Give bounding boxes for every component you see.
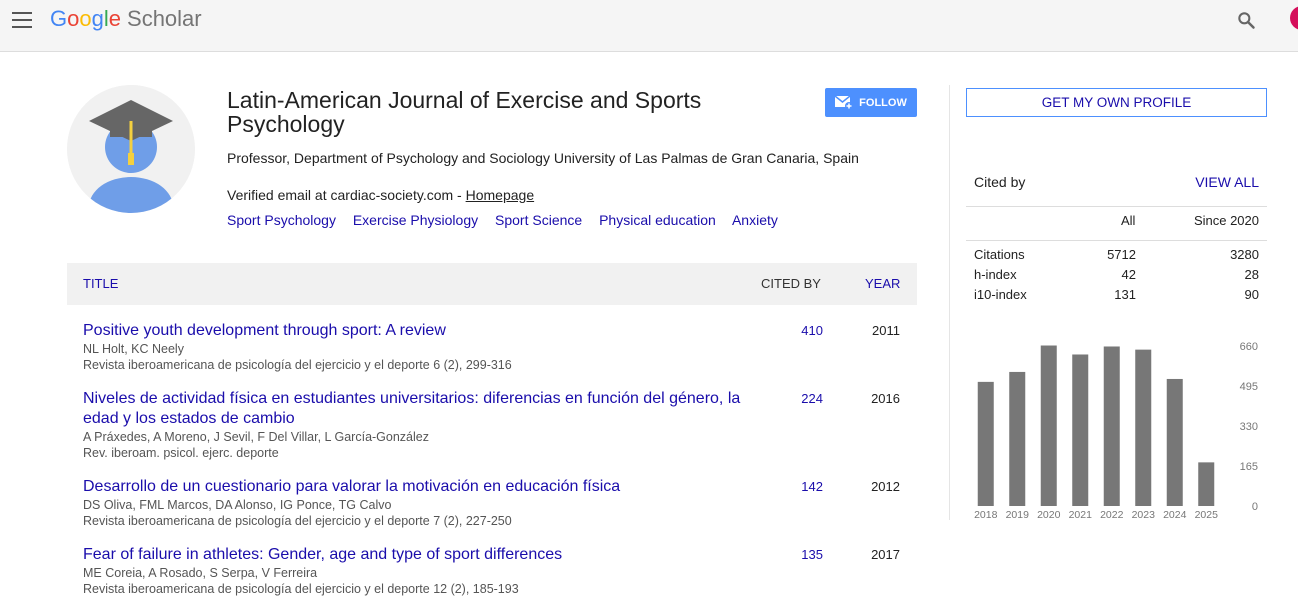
x-tick-label: 2021: [1069, 509, 1093, 521]
table-row: Positive youth development through sport…: [83, 321, 917, 373]
chart-bar[interactable]: [1166, 378, 1183, 506]
x-tick-label: 2019: [1006, 509, 1030, 521]
article-year: 2017: [871, 547, 900, 562]
table-row: Desarrollo de un cuestionario para valor…: [83, 477, 917, 529]
cited-by-label: Cited by: [974, 174, 1026, 190]
x-tick-label: 2023: [1132, 509, 1156, 521]
stats-row: i10-index 131 90: [966, 286, 1267, 306]
article-authors: NL Holt, KC Neely: [83, 342, 184, 356]
article-authors: A Práxedes, A Moreno, J Sevil, F Del Vil…: [83, 430, 429, 444]
profile-email: Verified email at cardiac-society.com - …: [227, 187, 534, 203]
y-tick-label: 0: [1252, 501, 1258, 513]
table-row: Fear of failure in athletes: Gender, age…: [83, 545, 917, 597]
chart-bar[interactable]: [1198, 462, 1215, 506]
search-icon[interactable]: [1236, 10, 1256, 30]
email-plus-icon: [835, 95, 854, 110]
top-bar: Google Scholar: [0, 0, 1298, 52]
interest-link[interactable]: Sport Psychology: [227, 212, 336, 228]
y-tick-label: 495: [1240, 381, 1258, 393]
column-divider: [949, 85, 950, 520]
article-title[interactable]: Positive youth development through sport…: [83, 321, 753, 341]
sort-by-cited[interactable]: CITED BY: [761, 276, 821, 291]
cited-by-count[interactable]: 410: [783, 323, 823, 338]
y-tick-label: 660: [1240, 341, 1258, 353]
stats-header: All Since 2020: [966, 206, 1267, 241]
account-avatar[interactable]: [1290, 6, 1298, 30]
article-venue: Revista iberoamericana de psicología del…: [83, 582, 519, 596]
profile-avatar: [67, 85, 195, 213]
view-all-link[interactable]: VIEW ALL: [1195, 174, 1259, 190]
menu-icon[interactable]: [12, 12, 34, 28]
citations-per-year-chart: 2018 2019 2020 2021 2022 2023 2024 2025 0 165 330 4…: [974, 341, 1258, 521]
sort-by-title[interactable]: TITLE: [83, 276, 118, 291]
article-year: 2016: [871, 391, 900, 406]
stat-all: 42: [1121, 267, 1136, 282]
x-tick-label: 2020: [1037, 509, 1061, 521]
article-venue: Revista iberoamericana de psicología del…: [83, 514, 512, 528]
chart-bar[interactable]: [1009, 371, 1026, 506]
stat-label[interactable]: h-index: [974, 267, 1017, 282]
article-title[interactable]: Niveles de actividad física en estudiant…: [83, 389, 753, 429]
citation-stats: Citations 5712 3280 h-index 42 28 i10-in…: [966, 246, 1267, 306]
x-tick-label: 2025: [1195, 509, 1219, 521]
table-row: Niveles de actividad física en estudiant…: [83, 389, 917, 461]
chart-bar[interactable]: [1072, 354, 1089, 506]
interest-link[interactable]: Sport Science: [495, 212, 582, 228]
articles-table-header: TITLE CITED BY YEAR: [67, 263, 917, 305]
article-venue: Revista iberoamericana de psicología del…: [83, 358, 512, 372]
chart-bar[interactable]: [1103, 346, 1120, 506]
chart-bar[interactable]: [1135, 349, 1152, 506]
follow-label: FOLLOW: [859, 96, 907, 109]
profile-name: Latin-American Journal of Exercise and S…: [227, 87, 702, 137]
stats-row: Citations 5712 3280: [966, 246, 1267, 266]
x-tick-label: 2022: [1100, 509, 1124, 521]
email-text: Verified email at cardiac-society.com -: [227, 187, 466, 203]
cited-by-header: Cited by VIEW ALL: [966, 168, 1267, 207]
chart-bar[interactable]: [1040, 345, 1057, 506]
stat-since: 90: [1244, 287, 1259, 302]
graduate-icon: [67, 85, 195, 213]
sort-by-year[interactable]: YEAR: [865, 276, 900, 291]
interest-link[interactable]: Exercise Physiology: [353, 212, 478, 228]
article-title[interactable]: Desarrollo de un cuestionario para valor…: [83, 477, 753, 497]
cited-by-count[interactable]: 142: [783, 479, 823, 494]
article-authors: ME Coreia, A Rosado, S Serpa, V Ferreira: [83, 566, 318, 580]
article-authors: DS Oliva, FML Marcos, DA Alonso, IG Ponc…: [83, 498, 392, 512]
follow-button[interactable]: FOLLOW: [825, 88, 917, 117]
y-tick-label: 330: [1240, 421, 1258, 433]
stat-label[interactable]: i10-index: [974, 287, 1027, 302]
get-my-own-profile-button[interactable]: GET MY OWN PROFILE: [966, 88, 1267, 117]
interest-link[interactable]: Physical education: [599, 212, 716, 228]
cited-by-count[interactable]: 135: [783, 547, 823, 562]
google-scholar-logo[interactable]: Google Scholar: [50, 6, 202, 32]
article-year: 2012: [871, 479, 900, 494]
stat-all: 5712: [1107, 247, 1136, 262]
chart-bar[interactable]: [977, 381, 994, 506]
col-all: All: [1121, 213, 1136, 228]
y-tick-label: 165: [1240, 461, 1258, 473]
article-title[interactable]: Fear of failure in athletes: Gender, age…: [83, 545, 753, 565]
article-year: 2011: [872, 323, 900, 338]
research-interests: Sport Psychology Exercise Physiology Spo…: [227, 212, 791, 228]
stat-label[interactable]: Citations: [974, 247, 1025, 262]
stat-since: 28: [1244, 267, 1259, 282]
x-tick-label: 2024: [1163, 509, 1187, 521]
col-since: Since 2020: [1193, 213, 1259, 228]
stats-row: h-index 42 28: [966, 266, 1267, 286]
profile-affiliation: Professor, Department of Psychology and …: [227, 150, 859, 166]
article-venue: Rev. iberoam. psicol. ejerc. deporte: [83, 446, 279, 460]
homepage-link[interactable]: Homepage: [466, 187, 535, 203]
stat-all: 131: [1114, 287, 1136, 302]
interest-link[interactable]: Anxiety: [732, 212, 778, 228]
cited-by-count[interactable]: 224: [783, 391, 823, 406]
stat-since: 3280: [1230, 247, 1259, 262]
x-tick-label: 2018: [974, 509, 998, 521]
